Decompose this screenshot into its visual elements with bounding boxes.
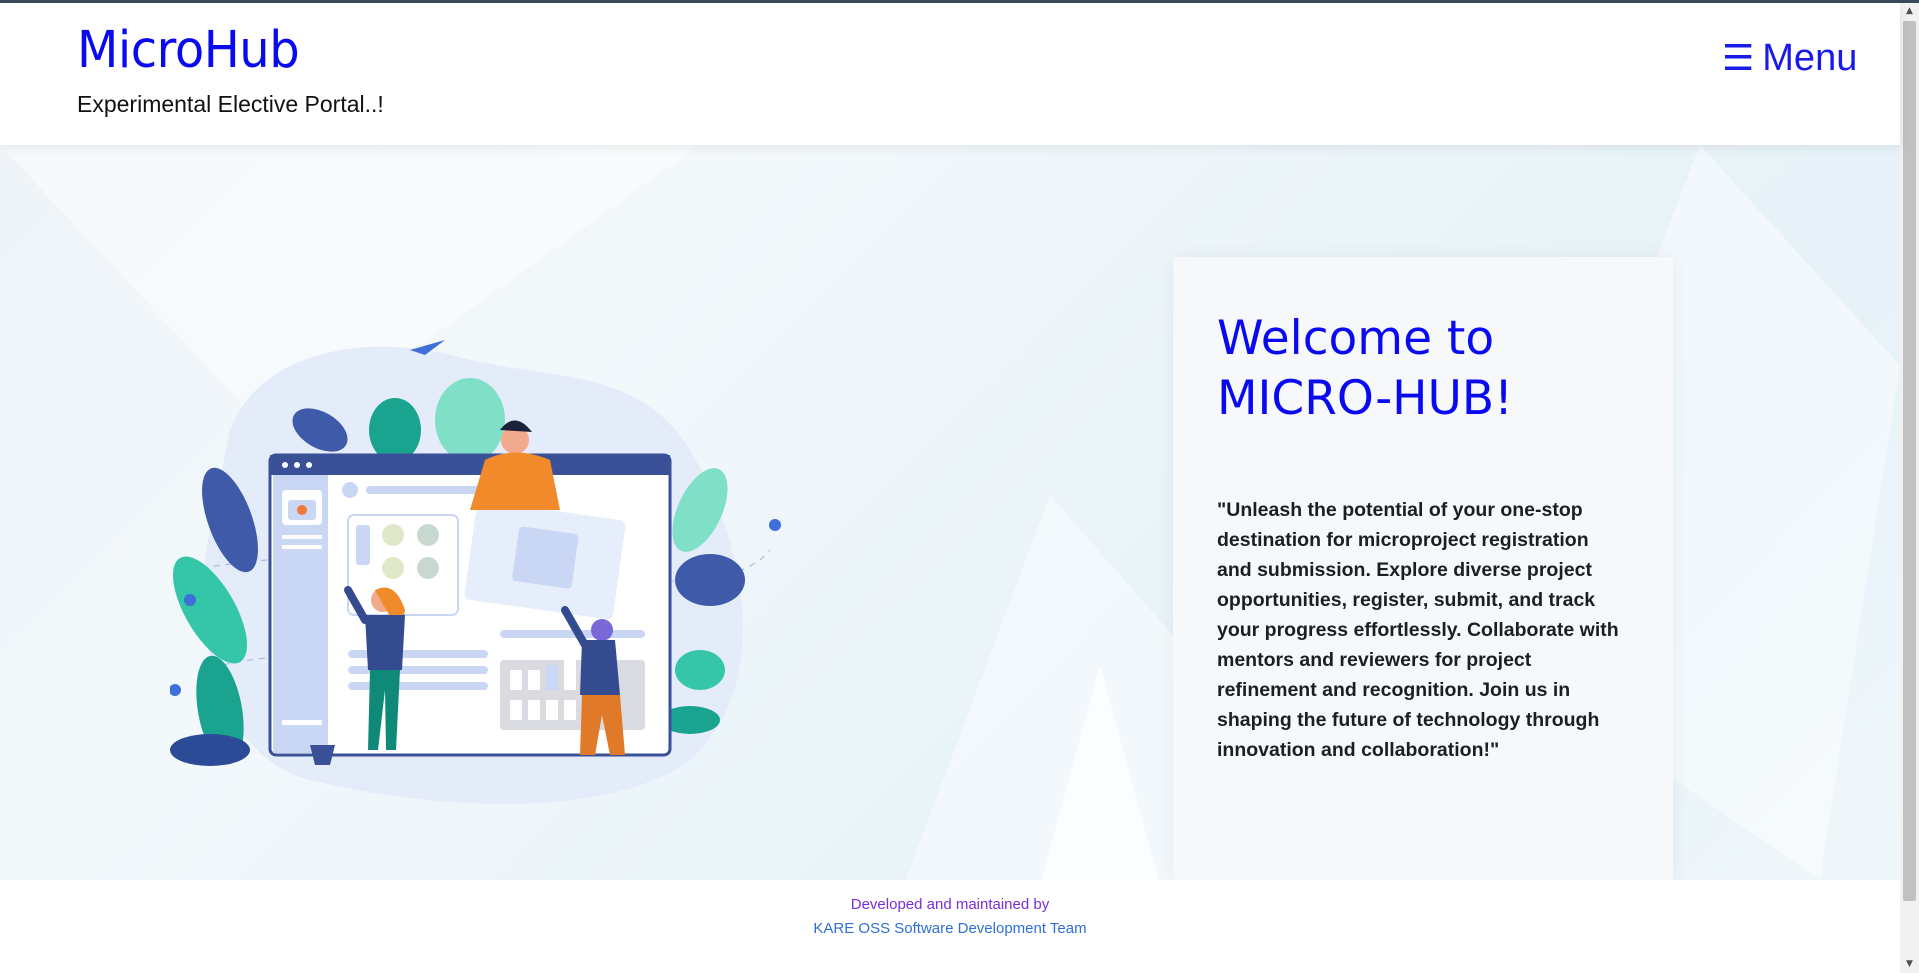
welcome-description: "Unleash the potential of your one-stop …: [1217, 499, 1619, 761]
hamburger-icon: ☰: [1722, 37, 1755, 78]
site-footer: Developed and maintained by KARE OSS Sof…: [0, 880, 1900, 973]
scroll-up-arrow-icon[interactable]: ▲: [1900, 3, 1919, 20]
team-building-website-illustration: [170, 340, 781, 804]
welcome-title: Welcome to MICRO-HUB!: [1217, 311, 1513, 426]
vertical-scrollbar[interactable]: ▲ ▼: [1900, 3, 1919, 973]
footer-credit-text: Developed and maintained by: [850, 896, 1050, 913]
welcome-card: Welcome to MICRO-HUB! "Unleash the poten…: [1173, 257, 1673, 880]
hero-section: Welcome to MICRO-HUB! "Unleash the poten…: [0, 145, 1900, 880]
scroll-thumb[interactable]: [1903, 21, 1916, 901]
scroll-down-arrow-icon[interactable]: ▼: [1900, 956, 1919, 973]
footer-team-link[interactable]: KARE OSS Software Development Team: [0, 920, 1900, 937]
menu-label: Menu: [1762, 37, 1858, 79]
site-subtitle: Experimental Elective Portal..!: [77, 91, 384, 117]
site-header: MicroHub Experimental Elective Portal..!…: [0, 3, 1900, 145]
brand-logo[interactable]: MicroHub: [77, 21, 300, 80]
menu-button[interactable]: ☰ Menu: [1722, 37, 1857, 80]
